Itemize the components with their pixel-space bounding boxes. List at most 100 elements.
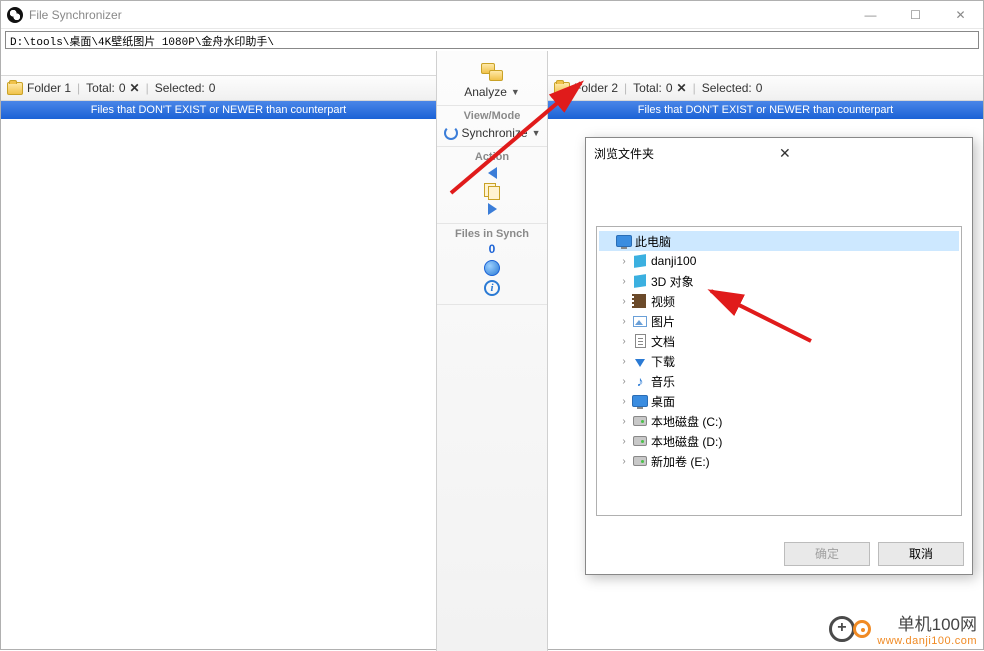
disk-icon xyxy=(633,416,647,426)
watermark-logo xyxy=(829,614,871,644)
tree-item[interactable]: › 本地磁盘 (D:) xyxy=(599,431,959,451)
close-button[interactable]: ✕ xyxy=(938,1,983,29)
video-icon xyxy=(634,294,646,308)
tree-item[interactable]: › 桌面 xyxy=(599,391,959,411)
analyze-button[interactable]: Analyze ▼ xyxy=(437,83,547,101)
tree-item-label: 音乐 xyxy=(651,373,675,390)
window-title: File Synchronizer xyxy=(29,8,122,22)
globe-icon[interactable] xyxy=(484,260,500,276)
tree-root[interactable]: 此电脑 xyxy=(599,231,959,251)
path-input[interactable]: D:\tools\桌面\4K壁纸图片 1080P\金舟水印助手\ xyxy=(5,31,979,49)
left-pane: Folder 1 | Total: 0 ✕ | Selected: 0 File… xyxy=(1,51,436,651)
selected-value: 0 xyxy=(209,81,216,95)
cube-icon xyxy=(634,254,646,268)
browse-folder-dialog: 浏览文件夹 ✕ 此电脑 › danji100 ›3D 对象 › 视频 › 图片 › 文档… xyxy=(585,137,973,575)
folder2-label[interactable]: Folder 2 xyxy=(574,81,618,95)
viewmode-label: View/Mode xyxy=(437,110,547,122)
expander-icon[interactable]: › xyxy=(619,416,629,427)
tree-item-label: 本地磁盘 (D:) xyxy=(651,433,722,450)
watermark: 单机100网 www.danji100.com xyxy=(829,610,977,647)
files-in-synch-value: 0 xyxy=(437,242,547,256)
chevron-down-icon[interactable]: ▼ xyxy=(532,128,541,138)
tree-item-label: 图片 xyxy=(651,313,675,330)
tree-item-label: 桌面 xyxy=(651,393,675,410)
files-in-synch-label: Files in Synch xyxy=(437,228,547,240)
dialog-close-button[interactable]: ✕ xyxy=(779,145,964,162)
expander-icon[interactable]: › xyxy=(619,376,629,387)
total-value: 0 xyxy=(666,81,673,95)
info-icon[interactable]: i xyxy=(484,280,500,296)
right-list-header: Files that DON'T EXIST or NEWER than cou… xyxy=(548,101,983,119)
tree-item[interactable]: › 视频 xyxy=(599,291,959,311)
folder-tree[interactable]: 此电脑 ›danji100 ›3D 对象 ›视频 ›图片 ›文档 ›下载 ›♪音… xyxy=(596,226,962,516)
expander-icon[interactable]: › xyxy=(619,396,629,407)
ok-button[interactable]: 确定 xyxy=(784,542,870,566)
tree-item[interactable]: › 图片 xyxy=(599,311,959,331)
selected-label: Selected: xyxy=(155,81,205,95)
tree-item-label: danji100 xyxy=(651,254,696,268)
sync-icon xyxy=(444,126,458,140)
expander-icon[interactable]: › xyxy=(619,436,629,447)
tree-item[interactable]: › 本地磁盘 (C:) xyxy=(599,411,959,431)
tree-item[interactable]: › 文档 xyxy=(599,331,959,351)
expander-icon[interactable]: › xyxy=(619,256,629,267)
disk-icon xyxy=(633,436,647,446)
tree-item-label: 本地磁盘 (C:) xyxy=(651,413,722,430)
copy-left-button[interactable] xyxy=(488,167,497,179)
total-label: Total: xyxy=(86,81,115,95)
clear-icon[interactable]: ✕ xyxy=(130,81,140,95)
tree-item[interactable]: › 下载 xyxy=(599,351,959,371)
disk-icon xyxy=(633,456,647,466)
watermark-text: 单机100网 xyxy=(877,610,977,635)
synchronize-label: Synchronize xyxy=(462,126,528,140)
tree-item[interactable]: › 新加卷 (E:) xyxy=(599,451,959,471)
picture-icon xyxy=(633,316,647,327)
total-label: Total: xyxy=(633,81,662,95)
folder-icon[interactable] xyxy=(7,82,23,95)
action-label: Action xyxy=(437,151,547,163)
dialog-title: 浏览文件夹 xyxy=(594,145,779,162)
computer-icon xyxy=(616,235,632,247)
tree-root-label: 此电脑 xyxy=(635,233,671,250)
document-icon xyxy=(635,334,646,348)
expander-icon[interactable]: › xyxy=(619,456,629,467)
analyze-label: Analyze xyxy=(464,85,507,99)
expander-icon[interactable]: › xyxy=(619,336,629,347)
copy-button[interactable] xyxy=(484,183,500,199)
folder1-label[interactable]: Folder 1 xyxy=(27,81,71,95)
maximize-button[interactable]: ☐ xyxy=(893,1,938,29)
tree-item-label: 视频 xyxy=(651,293,675,310)
download-icon xyxy=(635,359,645,367)
expander-icon[interactable]: › xyxy=(619,356,629,367)
center-toolbar: Analyze ▼ View/Mode Synchronize ▼ Action… xyxy=(436,51,548,651)
minimize-button[interactable]: — xyxy=(848,1,893,29)
folder-icon[interactable] xyxy=(554,82,570,95)
tree-item[interactable]: ›3D 对象 xyxy=(599,271,959,291)
app-icon xyxy=(7,7,23,23)
chevron-down-icon[interactable]: ▼ xyxy=(511,87,520,97)
cube-icon xyxy=(634,274,646,288)
clear-icon[interactable]: ✕ xyxy=(677,81,687,95)
selected-label: Selected: xyxy=(702,81,752,95)
synchronize-button[interactable]: Synchronize ▼ xyxy=(437,124,547,142)
watermark-url: www.danji100.com xyxy=(877,635,977,647)
expander-icon[interactable]: › xyxy=(619,296,629,307)
left-list-header: Files that DON'T EXIST or NEWER than cou… xyxy=(1,101,436,119)
tree-item-label: 文档 xyxy=(651,333,675,350)
tree-item-label: 新加卷 (E:) xyxy=(651,453,710,470)
tree-item-label: 下载 xyxy=(651,353,675,370)
folder2-bar: Folder 2 | Total: 0 ✕ | Selected: 0 xyxy=(548,75,983,101)
tree-item[interactable]: › danji100 xyxy=(599,251,959,271)
folder1-bar: Folder 1 | Total: 0 ✕ | Selected: 0 xyxy=(1,75,436,101)
titlebar: File Synchronizer — ☐ ✕ xyxy=(1,1,983,29)
analyze-icon xyxy=(481,63,503,81)
expander-icon[interactable]: › xyxy=(619,316,629,327)
expander-icon[interactable]: › xyxy=(619,276,629,287)
desktop-icon xyxy=(632,395,648,407)
total-value: 0 xyxy=(119,81,126,95)
selected-value: 0 xyxy=(756,81,763,95)
copy-right-button[interactable] xyxy=(488,203,497,215)
tree-item[interactable]: ›♪音乐 xyxy=(599,371,959,391)
cancel-button[interactable]: 取消 xyxy=(878,542,964,566)
music-icon: ♪ xyxy=(632,374,648,388)
